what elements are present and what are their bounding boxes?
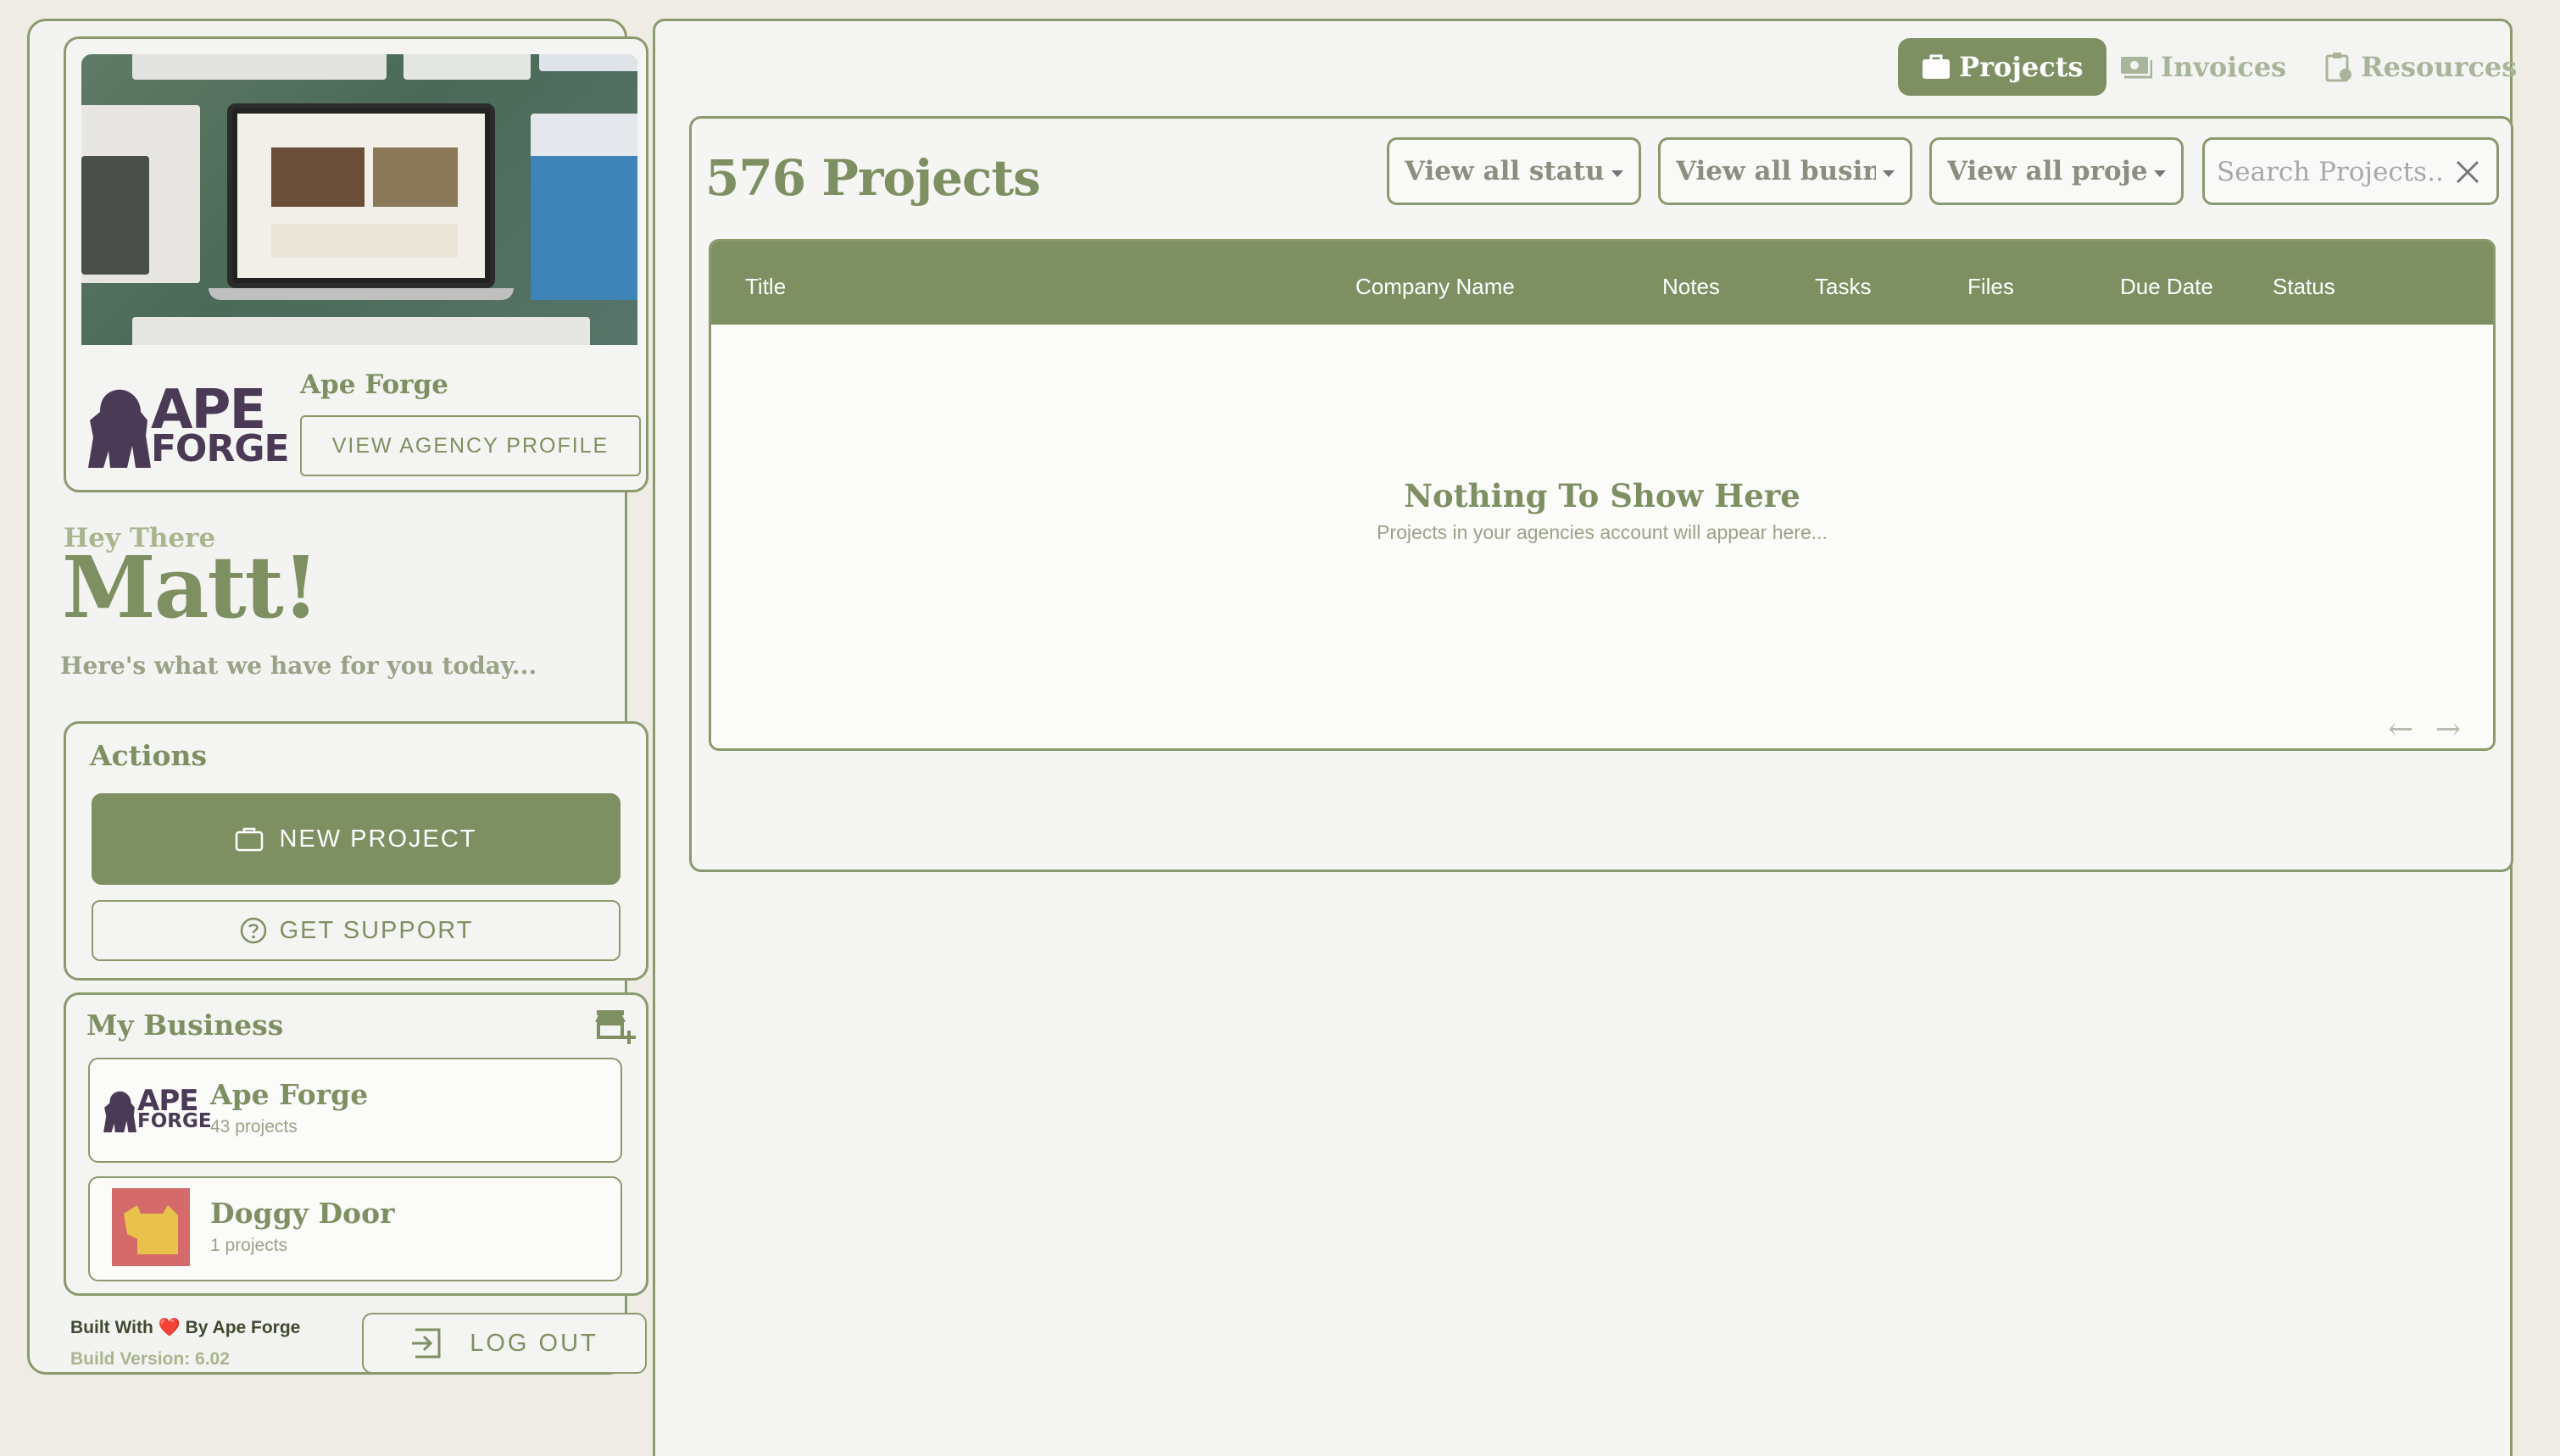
agency-cover-image [81, 54, 637, 345]
projects-count-title: 576 Projects [705, 149, 1041, 207]
business-logo: APE FORGE [102, 1086, 212, 1137]
clipboard-icon [2325, 53, 2351, 82]
empty-state-title: Nothing To Show Here [1404, 477, 1800, 514]
next-page-arrow-icon[interactable]: → [2435, 714, 2461, 745]
tab-invoices[interactable]: Invoices [2120, 38, 2286, 96]
empty-state-subtitle: Projects in your agencies account will a… [1377, 521, 1828, 543]
greeting-subtitle: Here's what we have for you today... [60, 652, 537, 680]
column-header-tasks[interactable]: Tasks [1815, 274, 1871, 300]
column-header-due-date[interactable]: Due Date [2120, 274, 2213, 300]
business-item-doggy-door[interactable]: Doggy Door 1 projects [88, 1176, 622, 1281]
column-header-files[interactable]: Files [1967, 274, 2014, 300]
projects-card: 576 Projects View all statuses View all … [689, 116, 2513, 872]
business-logo [112, 1188, 190, 1266]
search-projects [2202, 137, 2499, 205]
status-filter-dropdown[interactable]: View all statuses [1387, 137, 1641, 205]
project-filter-dropdown[interactable]: View all projects [1929, 137, 2184, 205]
cash-icon [2121, 57, 2152, 79]
briefcase-icon [1923, 54, 1950, 79]
business-filter-dropdown[interactable]: View all businesses [1658, 137, 1912, 205]
my-business-card: My Business APE FORGE Ape Forge 43 proje… [64, 992, 648, 1296]
close-icon[interactable] [2454, 158, 2481, 186]
add-store-icon[interactable] [595, 1007, 636, 1044]
previous-page-arrow-icon[interactable]: ← [2388, 714, 2413, 745]
column-header-notes[interactable]: Notes [1662, 274, 1720, 300]
business-name: Ape Forge [210, 1078, 369, 1111]
new-project-label: NEW PROJECT [279, 825, 477, 853]
logout-icon [412, 1328, 441, 1359]
column-header-title[interactable]: Title [745, 274, 786, 300]
agency-name: Ape Forge [300, 370, 448, 400]
agency-logo: APE FORGE [85, 378, 314, 480]
new-project-button[interactable]: NEW PROJECT [92, 793, 621, 885]
get-support-button[interactable]: GET SUPPORT [92, 900, 621, 961]
actions-card: Actions NEW PROJECT GET SUPPORT [64, 721, 648, 981]
view-agency-profile-button[interactable]: VIEW AGENCY PROFILE [300, 415, 641, 476]
logout-button[interactable]: LOG OUT [362, 1313, 647, 1374]
my-business-title: My Business [86, 1009, 284, 1042]
heart-icon: ❤️ [158, 1318, 181, 1337]
projects-table: Title Company Name Notes Tasks Files Due… [709, 239, 2496, 751]
briefcase-icon [236, 827, 264, 852]
table-header: Title Company Name Notes Tasks Files Due… [711, 242, 2493, 325]
chevron-down-icon [1883, 170, 1895, 177]
greeting-name: Matt! [62, 537, 320, 637]
sidebar: APE FORGE Ape Forge VIEW AGENCY PROFILE … [27, 19, 648, 1375]
chevron-down-icon [1611, 170, 1623, 177]
business-item-ape-forge[interactable]: APE FORGE Ape Forge 43 projects [88, 1058, 622, 1163]
search-input[interactable] [2217, 152, 2446, 192]
column-header-company[interactable]: Company Name [1355, 274, 1515, 300]
column-header-status[interactable]: Status [2273, 274, 2335, 300]
built-with-text: Built With ❤️ By Ape Forge [70, 1318, 301, 1337]
chevron-down-icon [2154, 170, 2166, 177]
business-project-count: 1 projects [210, 1236, 288, 1255]
tab-projects[interactable]: Projects [1898, 38, 2107, 96]
agency-card: APE FORGE Ape Forge VIEW AGENCY PROFILE [64, 36, 648, 492]
actions-title: Actions [90, 739, 208, 772]
logout-label: LOG OUT [470, 1329, 598, 1357]
business-project-count: 43 projects [210, 1117, 298, 1136]
help-circle-icon [240, 917, 266, 944]
get-support-label: GET SUPPORT [279, 916, 474, 944]
tab-resources[interactable]: Resources [2325, 38, 2517, 96]
main-panel: Projects Invoices Resources 576 Projects… [653, 19, 2517, 1456]
build-version: Build Version: 6.02 [70, 1349, 230, 1369]
business-name: Doggy Door [210, 1197, 395, 1230]
